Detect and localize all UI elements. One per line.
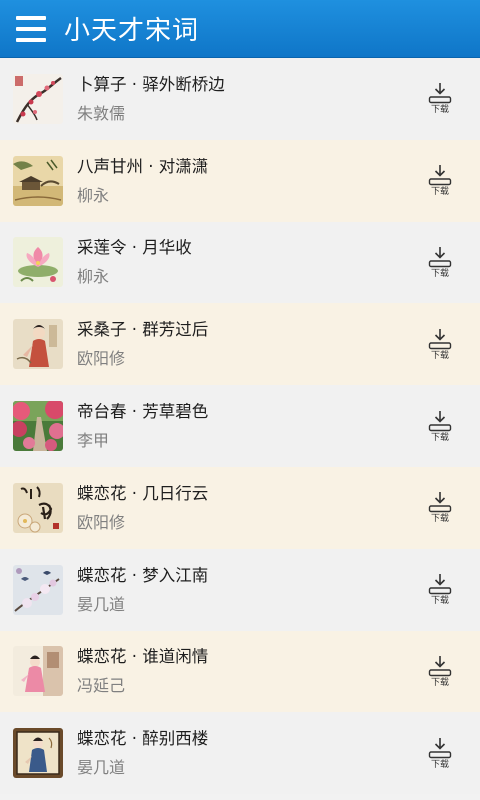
poem-author: 欧阳修: [77, 349, 126, 369]
menu-icon[interactable]: [16, 15, 46, 42]
download-button[interactable]: 下载: [420, 246, 460, 279]
list-item[interactable]: 帝台春 · 芳草碧色 李甲 下载: [0, 385, 480, 467]
list-item[interactable]: 蝶恋花 · 梦入江南 晏几道 下载: [0, 548, 480, 631]
poem-title: 蝶恋花 · 谁道闲情: [77, 647, 209, 667]
poem-title: 蝶恋花 · 梦入江南: [77, 565, 209, 585]
download-icon: [428, 328, 452, 349]
poem-title: 蝶恋花 · 几日行云: [77, 483, 209, 503]
download-button[interactable]: 下载: [420, 410, 460, 443]
list-item[interactable]: 蝶恋花 · 醉别西楼 晏几道 下载: [0, 712, 480, 795]
poem-thumbnail: [13, 564, 63, 615]
app-bar: 小天才宋词: [0, 0, 480, 58]
poem-thumbnail: [13, 237, 63, 288]
download-icon: [428, 410, 452, 431]
poem-title: 帝台春 · 芳草碧色: [77, 402, 209, 422]
download-icon: [428, 655, 452, 677]
download-label: 下载: [430, 432, 449, 443]
poem-thumbnail: [13, 319, 63, 370]
poem-author: 朱敦儒: [77, 103, 126, 123]
ci-list: 卜算子 · 驿外断桥边 朱敦儒 下载 八声甘州 · 对潇潇 柳永 下载 采莲令 …: [0, 58, 480, 795]
list-item[interactable]: 蝶恋花 · 几日行云 欧阳修 下载: [0, 466, 480, 549]
download-button[interactable]: 下载: [420, 491, 460, 524]
poem-thumbnail: [13, 401, 63, 452]
download-button[interactable]: 下载: [420, 655, 460, 688]
download-icon: [428, 83, 452, 104]
download-label: 下载: [430, 105, 449, 116]
download-icon: [428, 165, 452, 186]
poem-title: 采桑子 · 群芳过后: [77, 320, 209, 340]
poem-title: 八声甘州 · 对潇潇: [77, 156, 209, 176]
poem-thumbnail: [13, 482, 63, 533]
poem-author: 欧阳修: [77, 512, 126, 532]
list-item[interactable]: 卜算子 · 驿外断桥边 朱敦儒 下载: [0, 58, 480, 140]
app-title: 小天才宋词: [64, 16, 200, 46]
poem-author: 柳永: [77, 267, 110, 287]
list-item[interactable]: 八声甘州 · 对潇潇 柳永 下载: [0, 139, 480, 222]
poem-thumbnail: [13, 155, 63, 206]
download-label: 下载: [430, 268, 449, 279]
download-label: 下载: [430, 596, 449, 607]
download-icon: [428, 737, 452, 758]
poem-author: 晏几道: [77, 758, 126, 778]
download-label: 下载: [430, 514, 449, 525]
download-button[interactable]: 下载: [420, 737, 460, 770]
list-item[interactable]: 采莲令 · 月华收 柳永 下载: [0, 221, 480, 304]
list-item[interactable]: 采桑子 · 群芳过后 欧阳修 下载: [0, 303, 480, 386]
download-button[interactable]: 下载: [420, 82, 460, 115]
download-icon: [428, 574, 452, 595]
poem-author: 晏几道: [77, 594, 126, 614]
poem-title: 蝶恋花 · 醉别西楼: [77, 729, 209, 749]
poem-thumbnail: [13, 73, 63, 124]
download-label: 下载: [430, 677, 449, 688]
poem-thumbnail: [13, 646, 63, 697]
download-button[interactable]: 下载: [420, 573, 460, 606]
list-item[interactable]: 蝶恋花 · 谁道闲情 冯延己 下载: [0, 630, 480, 713]
poem-author: 柳永: [77, 185, 110, 205]
download-label: 下载: [430, 759, 449, 770]
download-icon: [428, 246, 452, 268]
poem-title: 卜算子 · 驿外断桥边: [77, 74, 225, 94]
poem-thumbnail: [13, 728, 63, 779]
download-button[interactable]: 下载: [420, 328, 460, 361]
download-label: 下载: [430, 350, 449, 361]
download-label: 下载: [430, 187, 449, 198]
poem-author: 李甲: [77, 431, 110, 451]
download-button[interactable]: 下载: [420, 164, 460, 197]
poem-author: 冯延己: [77, 676, 126, 696]
poem-title: 采莲令 · 月华收: [77, 238, 192, 258]
download-icon: [428, 492, 452, 513]
